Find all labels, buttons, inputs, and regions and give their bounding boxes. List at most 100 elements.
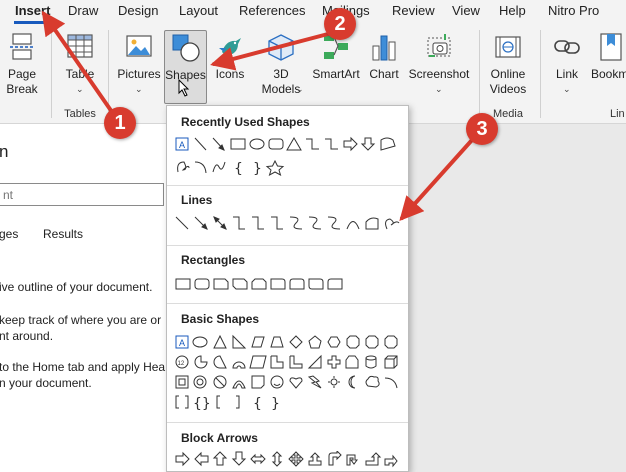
tab-design[interactable]: Design (118, 3, 158, 18)
shape-sun[interactable] (328, 376, 340, 388)
shape-u-turn-arrow[interactable] (346, 454, 358, 466)
shape-isosceles-triangle[interactable] (213, 334, 227, 349)
shape-elbow-connector[interactable] (306, 138, 319, 150)
icons-button[interactable]: Icons (210, 30, 250, 102)
shape-line[interactable] (194, 137, 207, 151)
shape-block-arc[interactable] (232, 380, 246, 389)
shape-snip-round-rectangle[interactable] (327, 278, 343, 290)
shape-text-box[interactable]: A (175, 137, 189, 151)
shape-elbow-arrow-connector[interactable] (252, 216, 264, 230)
shape-block-down-arrow[interactable] (231, 451, 247, 466)
shape-curved-connector[interactable] (289, 216, 303, 230)
screenshot-button[interactable]: Screenshot ⌄ (406, 30, 472, 102)
shape-half-frame[interactable] (270, 355, 284, 369)
shape-round-same-side-rectangle[interactable] (289, 278, 305, 290)
shape-elbow-double-arrow[interactable] (271, 216, 283, 230)
shape-left-right-up-arrow[interactable] (308, 452, 322, 466)
shape-double-bracket[interactable] (175, 395, 179, 409)
shape-line-double-arrow[interactable] (213, 216, 227, 230)
shape-hexagon[interactable] (327, 336, 341, 348)
shape-chord[interactable] (213, 355, 227, 369)
shape-scribble[interactable] (177, 161, 190, 173)
shape-arc[interactable] (194, 161, 207, 174)
shape-heptagon[interactable] (346, 335, 360, 349)
shape-bent-up-arrow[interactable] (384, 454, 398, 468)
shape-curve[interactable] (346, 221, 360, 230)
shape-donut[interactable] (193, 375, 207, 389)
tab-layout[interactable]: Layout (179, 3, 218, 18)
chart-button[interactable]: Chart (364, 30, 404, 102)
tab-draw[interactable]: Draw (68, 3, 98, 18)
shape-right-arrow[interactable] (343, 136, 358, 152)
shape-snip-same-side-rectangle[interactable] (251, 278, 267, 290)
tab-pages[interactable]: ges (0, 227, 18, 241)
shape-cloud[interactable] (365, 375, 380, 388)
shape-right-triangle[interactable] (232, 334, 247, 349)
tab-review[interactable]: Review (392, 3, 435, 18)
page-break-button[interactable]: Page Break (2, 30, 42, 102)
link-button[interactable]: Link ⌄ (546, 30, 588, 102)
shape-left-up-arrow[interactable] (365, 452, 382, 466)
shape-up-down-arrow[interactable] (271, 451, 283, 467)
shape-moon[interactable] (348, 375, 356, 389)
shape-diamond[interactable] (289, 335, 303, 349)
shape-round-diagonal-rectangle[interactable] (308, 278, 324, 290)
tab-view[interactable]: View (452, 3, 480, 18)
shape-curve[interactable] (212, 161, 226, 173)
shape-lightning-bolt[interactable] (307, 375, 322, 389)
shape-bevel[interactable] (175, 375, 189, 389)
tab-nitro-pro[interactable]: Nitro Pro (548, 3, 599, 18)
shape-curved-arrow-connector[interactable] (308, 216, 322, 230)
nav-search-input[interactable] (0, 184, 163, 205)
shape-diagonal-stripe[interactable] (307, 354, 322, 369)
shape-oval[interactable] (249, 138, 265, 150)
shape-right-brace[interactable]: } (253, 161, 262, 176)
shape-rectangle[interactable] (175, 278, 191, 290)
shape-cross[interactable] (327, 355, 341, 369)
shape-rectangle[interactable] (230, 138, 246, 150)
shape-cube[interactable] (384, 355, 398, 369)
nav-search-box[interactable] (0, 183, 164, 206)
shape-parallelogram[interactable] (251, 336, 265, 348)
shape-freeform-line[interactable] (365, 217, 379, 230)
shape-down-arrow[interactable] (360, 137, 376, 151)
shape-triangle[interactable] (286, 137, 302, 151)
shape-line-arrow[interactable] (194, 216, 208, 230)
shape-right-brace[interactable]: } (271, 396, 280, 412)
shape-smiley-face[interactable] (270, 375, 284, 389)
pictures-button[interactable]: Pictures ⌄ (116, 30, 162, 102)
shape-frame[interactable] (249, 355, 267, 369)
shape-trapezoid[interactable] (270, 336, 284, 348)
shape-octagon[interactable] (365, 335, 379, 349)
table-button[interactable]: Table ⌄ (58, 30, 102, 102)
shape-elbow-arrow[interactable] (325, 138, 338, 150)
shape-right-bracket[interactable] (236, 395, 240, 409)
shape-decagon[interactable] (384, 335, 398, 349)
shape-oval[interactable] (192, 336, 208, 348)
online-videos-button[interactable]: Online Videos (484, 30, 532, 102)
smartart-button[interactable]: SmartArt (310, 30, 362, 102)
shape-left-brace[interactable]: { (253, 396, 262, 412)
shape-rounded-rectangle[interactable] (268, 138, 284, 150)
shape-rounded-rectangle[interactable] (194, 278, 210, 290)
shape-pentagon[interactable] (308, 335, 322, 349)
shape-folded-corner[interactable] (251, 375, 265, 389)
shape-l-shape[interactable] (289, 355, 303, 369)
shape-scribble-line[interactable] (385, 218, 400, 230)
shape-freeform[interactable] (380, 137, 396, 151)
shape-teardrop[interactable] (232, 361, 246, 369)
shape-snip-corner-rectangle[interactable] (213, 278, 229, 290)
shape-quad-arrow[interactable] (288, 451, 304, 467)
shape-text-box[interactable]: A (175, 335, 189, 349)
bookmark-button[interactable]: Bookm (588, 30, 626, 102)
shape-block-left-arrow[interactable] (194, 451, 209, 467)
shape-can[interactable] (365, 355, 377, 369)
shape-left-right-arrow[interactable] (250, 453, 266, 465)
tab-help[interactable]: Help (499, 3, 526, 18)
shape-line[interactable] (175, 216, 189, 230)
shape-pie[interactable] (194, 355, 208, 369)
shape-arrow[interactable] (212, 137, 225, 151)
3d-models-button[interactable]: 3D Models ⌄ (254, 30, 308, 102)
shape-dodecagon[interactable]: 12 (175, 355, 189, 369)
shape-left-bracket[interactable] (216, 395, 220, 409)
